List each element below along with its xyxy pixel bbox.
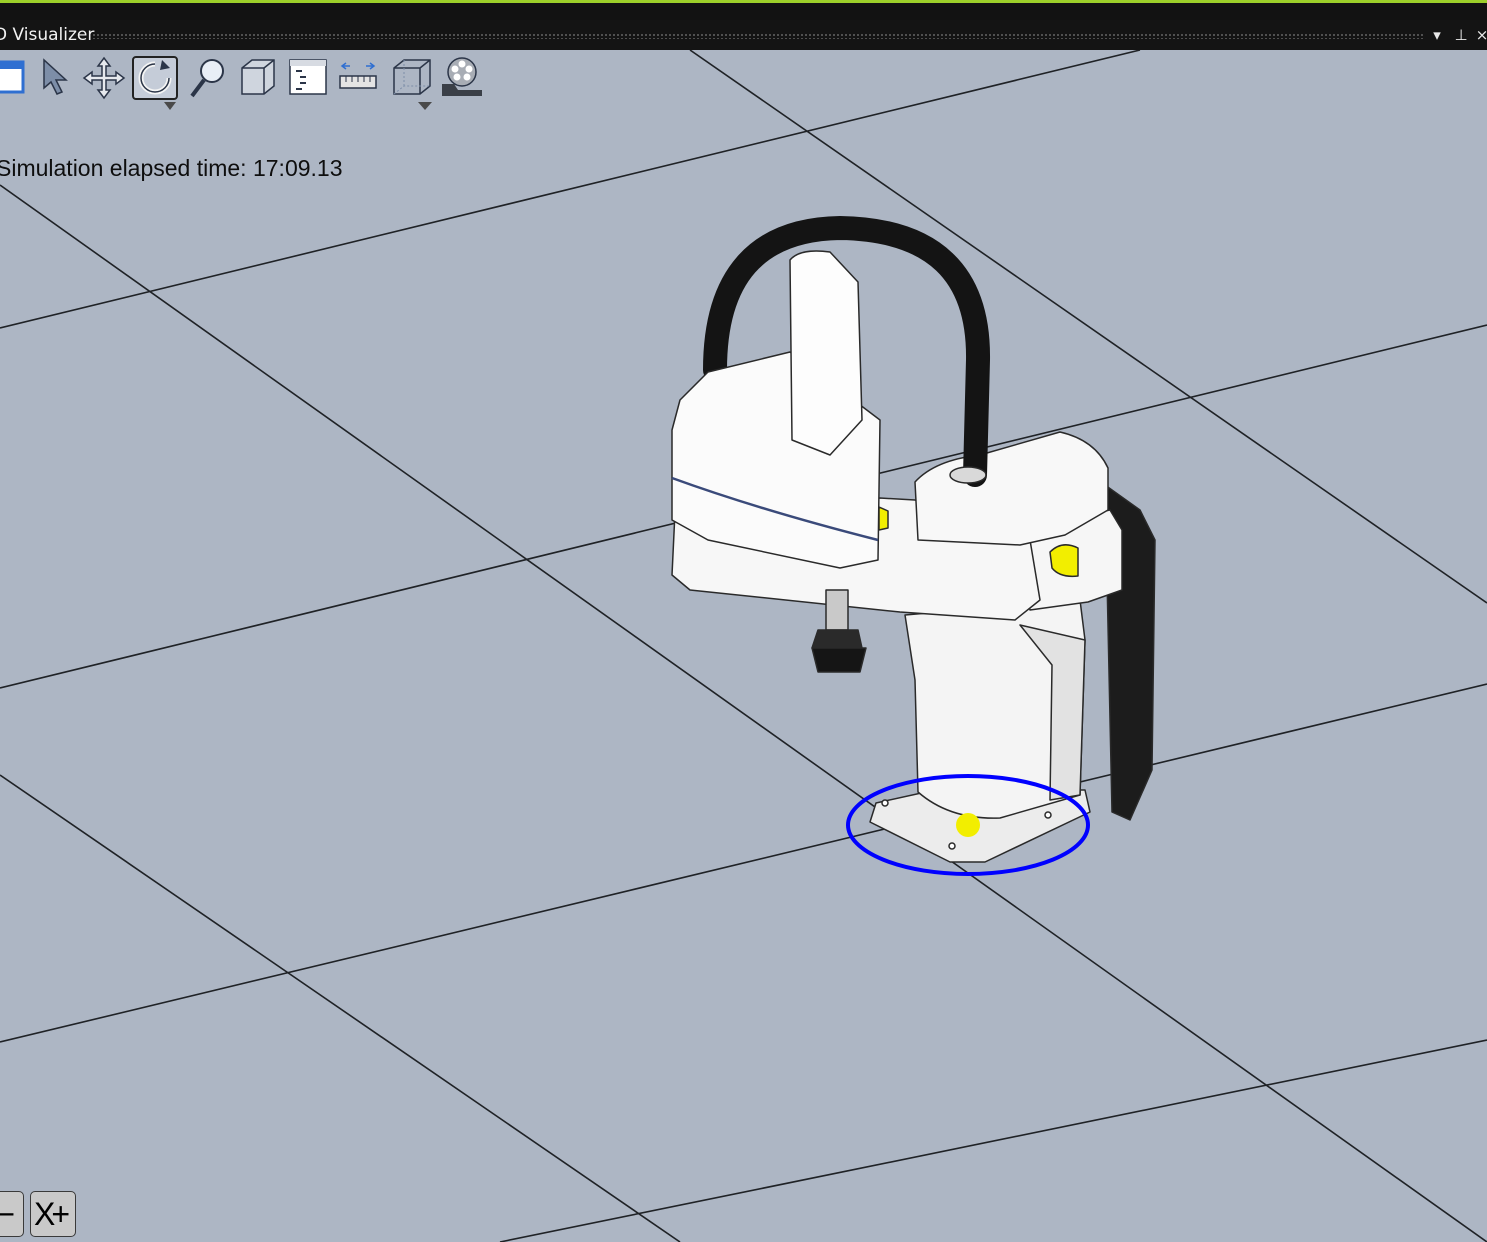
rotate-orbit-icon[interactable]: [132, 56, 178, 110]
x-minus-button[interactable]: X−: [0, 1191, 24, 1237]
3d-viewport[interactable]: [0, 50, 1487, 1242]
robot-quill: [825, 589, 849, 631]
close-icon[interactable]: ×: [1474, 26, 1487, 44]
view-panel-icon[interactable]: [0, 56, 30, 100]
pan-move-icon[interactable]: [82, 56, 126, 100]
grid-line: [0, 184, 1487, 1242]
window-title: D Visualizer: [0, 25, 95, 45]
select-arrow-icon[interactable]: [36, 56, 80, 100]
window-titlebar[interactable]: D Visualizer ▾ ⊥ ×: [0, 20, 1487, 50]
wireframe-box-icon[interactable]: [390, 56, 434, 110]
x-plus-label: X+: [34, 1196, 70, 1232]
x-plus-button[interactable]: X+: [30, 1191, 76, 1237]
grid-line: [499, 1039, 1487, 1242]
wireframe-dropdown-arrow-icon: [418, 102, 432, 110]
titlebar-grip[interactable]: [92, 33, 1425, 39]
properties-list-icon[interactable]: [286, 56, 330, 100]
selection-point-marker: [956, 813, 980, 837]
floor-grid: [0, 50, 1487, 1242]
window-menu-dropdown-icon[interactable]: ▾: [1429, 26, 1445, 44]
3d-scene[interactable]: [0, 50, 1487, 1242]
film-camera-icon[interactable]: [438, 56, 482, 100]
grid-line: [0, 774, 681, 1242]
measure-ruler-icon[interactable]: [336, 56, 380, 100]
simulation-elapsed-time: Simulation elapsed time: 17:09.13: [0, 155, 343, 181]
grid-line: [0, 683, 1487, 1043]
pin-icon[interactable]: ⊥: [1453, 26, 1469, 44]
robot-gripper: [811, 647, 867, 673]
robot-tower: [789, 250, 863, 456]
window-top-accent: [0, 0, 1487, 20]
rotate-dropdown-arrow-icon: [164, 102, 176, 110]
zoom-magnifier-icon[interactable]: [186, 56, 230, 100]
x-minus-label: X−: [0, 1192, 15, 1236]
solid-box-icon[interactable]: [236, 56, 280, 100]
